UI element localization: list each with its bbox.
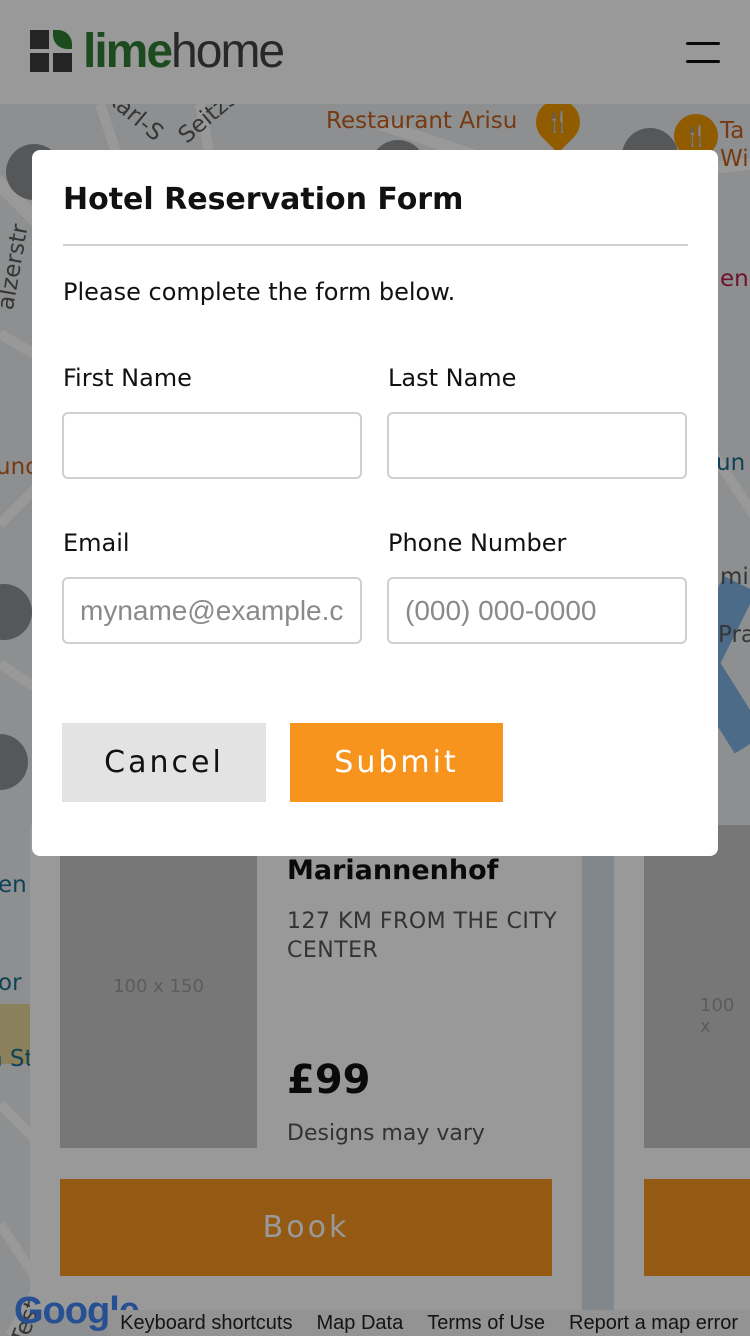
modal-title: Hotel Reservation Form — [63, 182, 464, 217]
email-input[interactable] — [62, 577, 362, 644]
modal-divider — [63, 244, 688, 246]
cancel-button[interactable]: Cancel — [62, 723, 266, 802]
modal-intro-text: Please complete the form below. — [63, 278, 456, 306]
phone-number-input[interactable] — [387, 577, 687, 644]
email-label: Email — [63, 529, 130, 557]
reservation-modal: Hotel Reservation Form Please complete t… — [32, 150, 718, 856]
submit-button[interactable]: Submit — [290, 723, 503, 802]
first-name-input[interactable] — [62, 412, 362, 479]
phone-number-label: Phone Number — [388, 529, 567, 557]
last-name-label: Last Name — [388, 364, 517, 392]
first-name-label: First Name — [63, 364, 192, 392]
last-name-input[interactable] — [387, 412, 687, 479]
